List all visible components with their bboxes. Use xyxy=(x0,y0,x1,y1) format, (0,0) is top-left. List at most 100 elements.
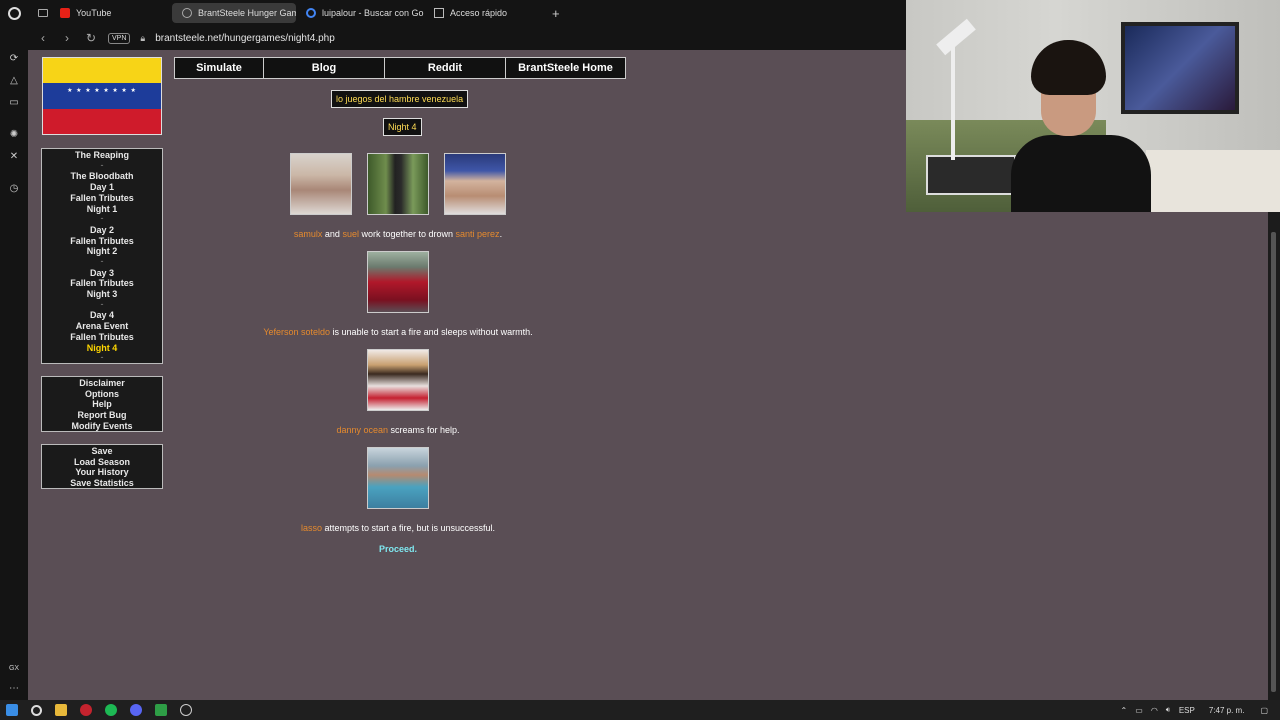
clock[interactable]: 7:47 p. m. xyxy=(1209,706,1245,715)
site-icon xyxy=(182,8,192,18)
menu-link[interactable]: Day 3 xyxy=(42,268,162,279)
menu-link[interactable]: Help xyxy=(42,399,162,410)
event-fragment: attempts to start a fire, but is unsucce… xyxy=(321,523,496,533)
proceed-link[interactable]: Proceed. xyxy=(174,544,622,554)
tab-speed-dial[interactable]: Acceso rápido xyxy=(424,3,544,23)
webcam-overlay xyxy=(906,0,1280,212)
menu-separator: - xyxy=(100,352,104,363)
menu-link[interactable]: Modify Events xyxy=(42,421,162,432)
menu-separator: - xyxy=(100,213,104,224)
opera-logo-icon[interactable] xyxy=(0,0,28,26)
nav-home-link[interactable]: BrantSteele Home xyxy=(506,58,625,78)
season-flag-image: ★ ★ ★ ★ ★ ★ ★ ★ xyxy=(42,57,162,135)
screen: YouTube BrantSteele Hunger Gam luipalour… xyxy=(0,0,1280,720)
player-icon[interactable]: ▭ xyxy=(7,96,21,110)
excel-icon[interactable] xyxy=(155,704,167,716)
browser-sidebar: ⟳ △ ▭ ✺ ✕ ◷ GX ⋯ xyxy=(0,26,28,700)
search-icon[interactable] xyxy=(31,704,42,716)
event-fragment: and xyxy=(322,229,343,239)
tab-label: luipalour - Buscar con Go xyxy=(322,8,424,18)
menu-separator: - xyxy=(100,159,104,170)
menu-link[interactable]: Fallen Tributes xyxy=(42,236,162,247)
tab-brantsteele[interactable]: BrantSteele Hunger Gam xyxy=(172,3,296,23)
url-field[interactable]: brantsteele.net/hungergames/night4.php xyxy=(155,33,335,44)
tab-label: BrantSteele Hunger Gam xyxy=(198,8,296,18)
tribute-name: samulx xyxy=(293,229,323,239)
system-tray: ⌃ ▭ ◠ 🔉︎ ESP 7:47 p. m. ▢ xyxy=(1121,700,1280,720)
tribute-name: Yeferson soteldo xyxy=(263,327,331,337)
tab-google-search[interactable]: luipalour - Buscar con Go xyxy=(296,3,424,23)
tribute-avatar-image xyxy=(290,153,352,215)
save-menu: Save Load Season Your History Save Statisti… xyxy=(41,444,163,489)
chatgpt-icon[interactable]: ✺ xyxy=(7,128,21,142)
tribute-name: suel xyxy=(342,229,359,239)
tribute-avatar-image xyxy=(367,153,429,215)
tribute-avatar-image xyxy=(444,153,506,215)
nav-blog-link[interactable]: Blog xyxy=(264,58,385,78)
top-nav: Simulate Blog Reddit BrantSteele Home xyxy=(174,57,626,79)
menu-link[interactable]: Day 2 xyxy=(42,225,162,236)
menu-link[interactable]: Options xyxy=(42,389,162,400)
menu-link[interactable]: Load Season xyxy=(42,457,162,468)
menu-link[interactable]: Your History xyxy=(42,467,162,478)
language-indicator[interactable]: ESP xyxy=(1179,706,1195,715)
tribute-name: danny ocean xyxy=(336,425,388,435)
reload-icon[interactable]: ↻ xyxy=(84,31,98,45)
page-scrollbar[interactable] xyxy=(1268,212,1280,700)
menu-link[interactable]: Report Bug xyxy=(42,410,162,421)
menu-link[interactable]: Day 1 xyxy=(42,182,162,193)
file-explorer-icon[interactable] xyxy=(55,704,67,716)
gx-icon[interactable]: GX xyxy=(7,662,21,676)
vpn-badge[interactable]: VPN xyxy=(108,32,131,44)
more-icon[interactable]: ⋯ xyxy=(7,682,21,696)
menu-link[interactable]: Fallen Tributes xyxy=(42,193,162,204)
phase-title: Night 4 xyxy=(383,118,422,136)
notifications-icon[interactable]: ▢ xyxy=(1260,706,1268,715)
nav-reddit-link[interactable]: Reddit xyxy=(385,58,506,78)
tools-menu: Disclaimer Options Help Report Bug Modify Ev… xyxy=(41,376,163,432)
tribute-name: santi perez xyxy=(455,229,500,239)
youtube-icon xyxy=(60,8,70,18)
tab-youtube[interactable]: YouTube xyxy=(50,3,170,23)
tribute-avatar-image xyxy=(367,447,429,509)
start-icon[interactable] xyxy=(6,704,18,716)
lock-icon[interactable]: 🔒︎ xyxy=(140,33,145,44)
wifi-icon[interactable]: ◠ xyxy=(1151,706,1158,715)
menu-link[interactable]: Save xyxy=(42,446,162,457)
event-text: lasso attempts to start a fire, but is u… xyxy=(174,523,622,533)
new-tab-button[interactable]: + xyxy=(552,6,560,21)
event-text: danny ocean screams for help. xyxy=(174,425,622,435)
menu-link[interactable]: Fallen Tributes xyxy=(42,332,162,343)
event-fragment: . xyxy=(499,229,503,239)
network-icon[interactable]: ▭ xyxy=(1135,706,1143,715)
tab-label: YouTube xyxy=(76,8,112,18)
menu-link[interactable]: Fallen Tributes xyxy=(42,278,162,289)
menu-separator: - xyxy=(100,298,104,309)
event-fragment: work together to drown xyxy=(358,229,456,239)
aria-icon[interactable]: △ xyxy=(7,74,21,88)
spotify-icon[interactable] xyxy=(105,704,117,716)
clock-icon[interactable]: ◷ xyxy=(7,182,21,196)
season-title: lo juegos del hambre venezuela xyxy=(331,90,469,108)
tab-switcher-icon[interactable] xyxy=(28,3,50,23)
chatgpt-icon[interactable] xyxy=(180,704,192,716)
menu-link[interactable]: Save Statistics xyxy=(42,478,162,489)
volume-icon[interactable]: 🔉︎ xyxy=(1166,705,1171,715)
chevron-up-icon[interactable]: ⌃ xyxy=(1121,706,1128,715)
nav-simulate-link[interactable]: Simulate xyxy=(175,58,264,78)
discord-icon[interactable] xyxy=(130,704,142,716)
tribute-name: lasso xyxy=(300,523,322,533)
x-icon[interactable]: ✕ xyxy=(7,150,21,164)
forward-icon[interactable]: › xyxy=(60,31,74,45)
menu-link[interactable]: Arena Event xyxy=(42,321,162,332)
menu-link[interactable]: Day 4 xyxy=(42,310,162,321)
address-bar: ‹ › ↻ VPN 🔒︎ brantsteele.net/hungergames… xyxy=(28,26,906,50)
history-icon[interactable]: ⟳ xyxy=(7,52,21,66)
taskbar: ⌃ ▭ ◠ 🔉︎ ESP 7:47 p. m. ▢ xyxy=(0,700,1280,720)
back-icon[interactable]: ‹ xyxy=(36,31,50,45)
menu-link[interactable]: Disclaimer xyxy=(42,378,162,389)
opera-gx-icon[interactable] xyxy=(80,704,92,716)
event-text: Yeferson soteldo is unable to start a fi… xyxy=(174,327,622,337)
menu-link[interactable]: The Bloodbath xyxy=(42,171,162,182)
progress-menu: The Reaping - The Bloodbath Day 1 Fallen Tri… xyxy=(41,148,163,364)
